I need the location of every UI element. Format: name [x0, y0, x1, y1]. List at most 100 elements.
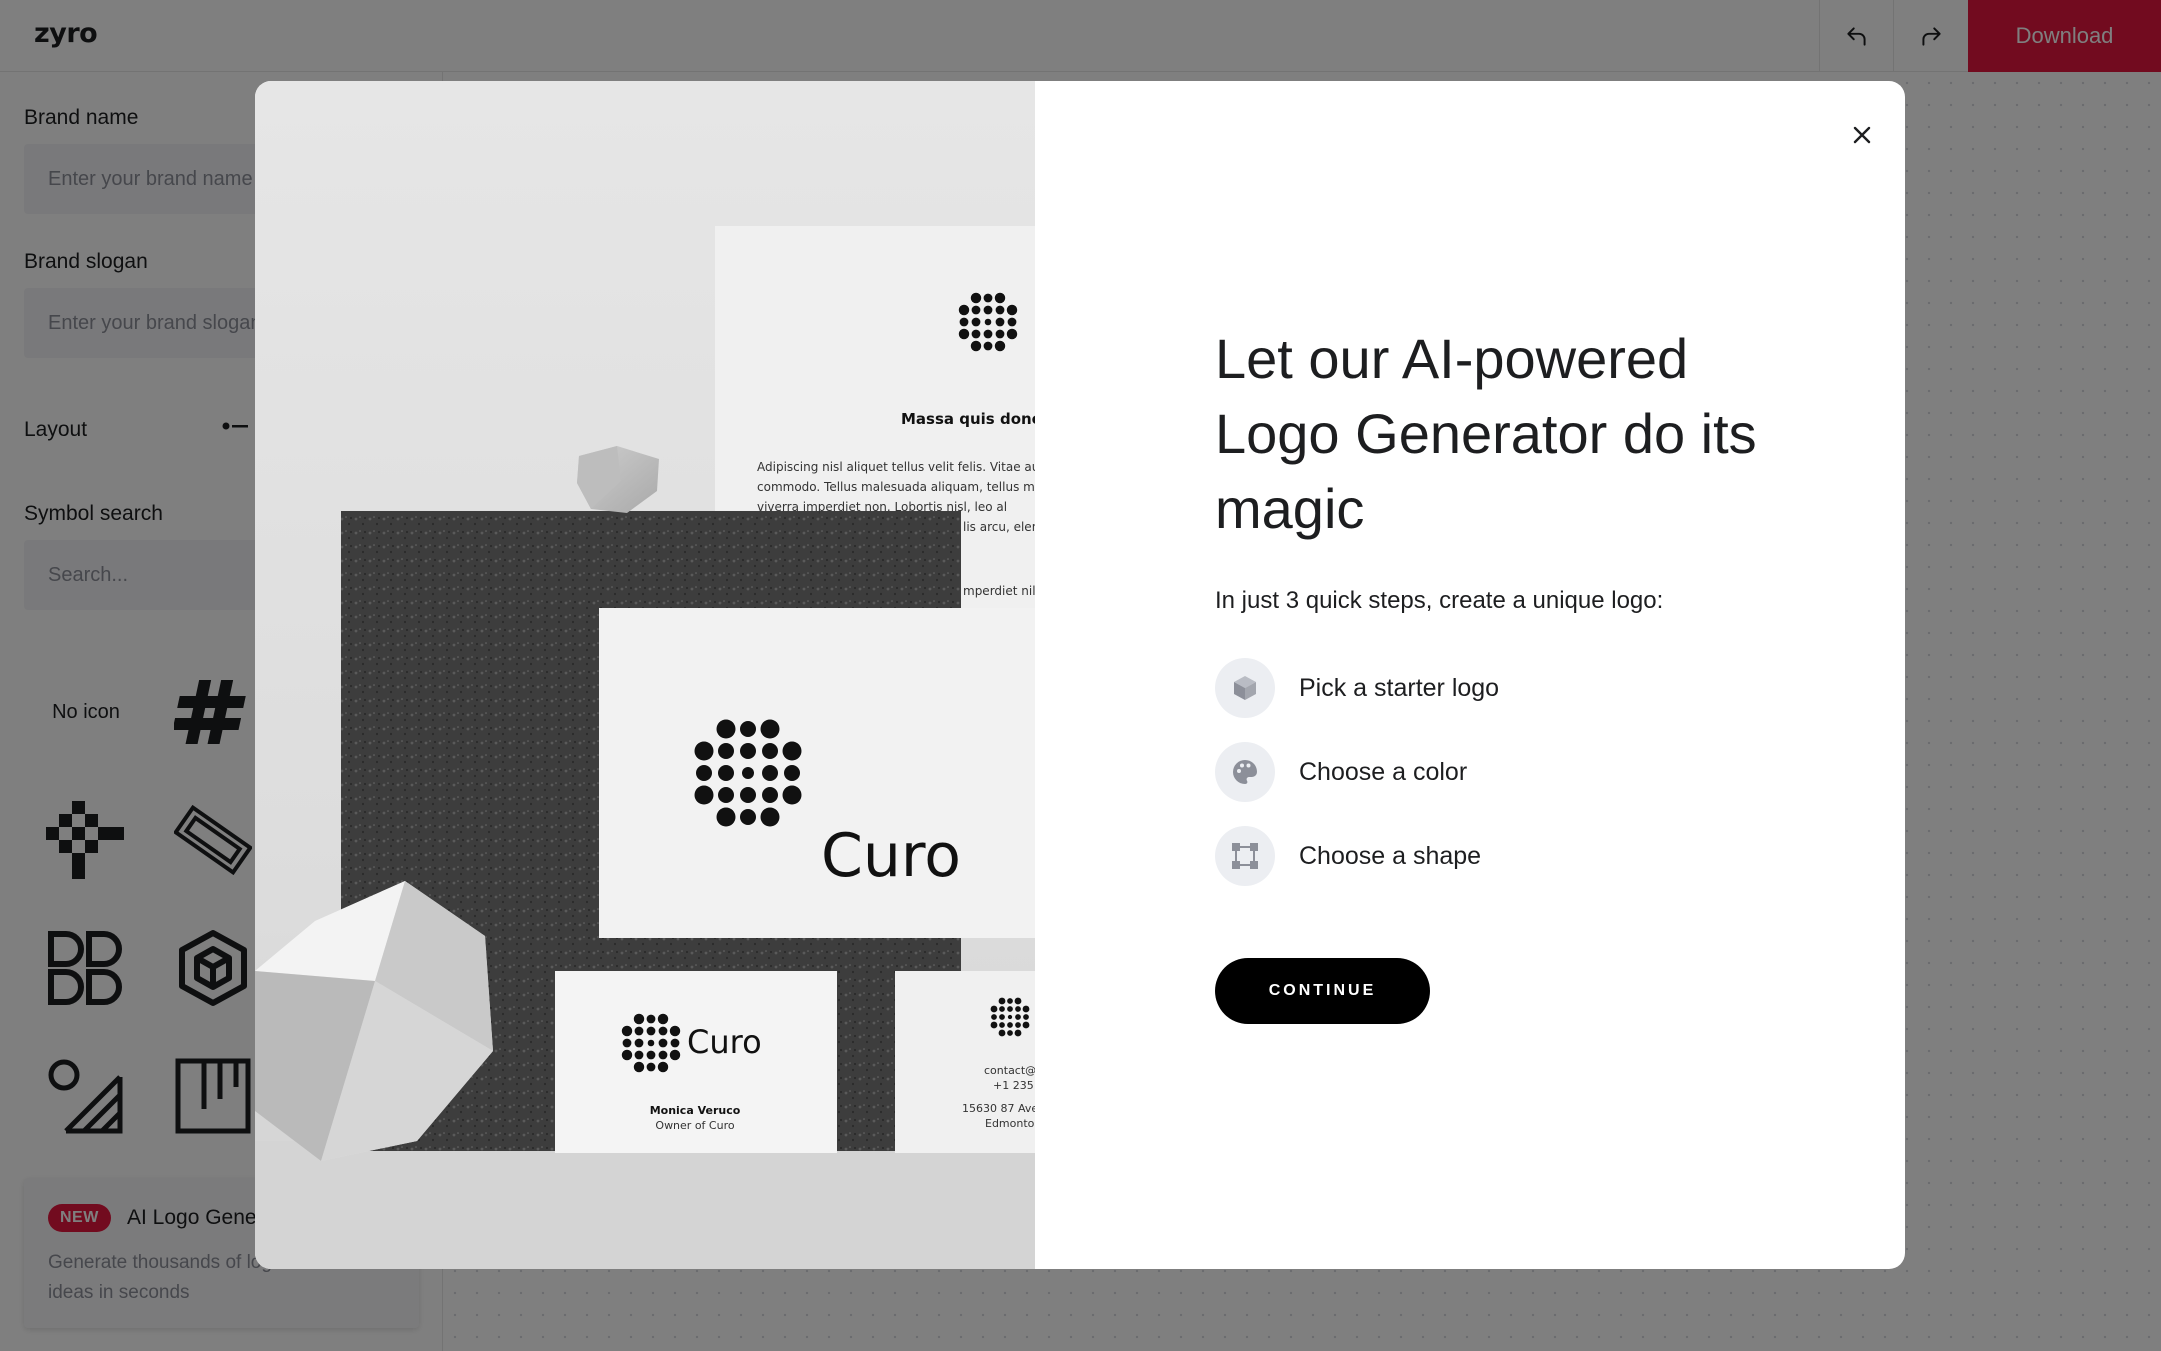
logo-dot — [970, 340, 982, 352]
logo-dot — [633, 1013, 645, 1025]
continue-button[interactable]: CONTINUE — [1215, 958, 1430, 1024]
curo-card-brand-text: Curo — [687, 1023, 762, 1061]
logo-dot — [694, 741, 714, 761]
logo-dot — [762, 787, 778, 803]
logo-dot — [740, 721, 756, 737]
card-contact-line: 15630 87 Ave N — [962, 1102, 1035, 1115]
logo-dot — [760, 807, 780, 827]
logo-dot — [782, 785, 802, 805]
logo-dot — [742, 767, 754, 779]
logo-dot — [1007, 1014, 1013, 1020]
logo-dot — [1015, 1014, 1021, 1020]
curo-brand-text: Curo — [821, 821, 961, 891]
logo-dot — [718, 765, 734, 781]
palette-icon — [1215, 742, 1275, 802]
ai-generator-modal: Curo Curo Massa quis donec Adipiscing ni… — [255, 81, 1905, 1269]
logo-dot — [696, 765, 712, 781]
logo-dot — [647, 1039, 655, 1047]
logo-dot — [784, 765, 800, 781]
letter-body-line: commodo. Tellus malesuada aliquam, tellu… — [757, 480, 1035, 494]
shape-icon — [1215, 826, 1275, 886]
logo-dot — [760, 719, 780, 739]
logo-dot — [983, 293, 993, 303]
logo-dot — [959, 317, 969, 327]
step-pick-starter-logo: Pick a starter logo — [1215, 658, 1499, 718]
logo-dot — [621, 1025, 633, 1037]
logo-dot — [669, 1025, 681, 1037]
step-label: Choose a shape — [1299, 841, 1482, 870]
step-choose-color: Choose a color — [1215, 742, 1467, 802]
logo-dot — [1007, 1006, 1013, 1012]
logo-dot — [995, 329, 1005, 339]
letter-body-line: viverra imperdiet non. Lobortis nisl, le… — [757, 500, 1007, 514]
logo-dot — [1006, 328, 1018, 340]
logo-dot — [990, 1021, 998, 1029]
letter-body-line: Adipiscing nisl aliquet tellus velit fel… — [757, 460, 1035, 474]
logo-dot — [1007, 317, 1017, 327]
letter-body-line: lis arcu, elen — [963, 520, 1035, 534]
logo-dot — [999, 1014, 1005, 1020]
logo-dot — [998, 1029, 1006, 1037]
logo-dot — [716, 719, 736, 739]
logo-dot — [658, 1038, 668, 1048]
logo-dot — [994, 340, 1006, 352]
logo-dot — [657, 1013, 669, 1025]
logo-dot — [1023, 1014, 1029, 1020]
logo-dot — [1007, 1030, 1013, 1036]
logo-dot — [991, 1014, 997, 1020]
logo-dot — [970, 292, 982, 304]
letter-body-line: mperdiet nil — [963, 584, 1035, 598]
logo-dot — [634, 1026, 644, 1036]
logo-dot — [1014, 997, 1022, 1005]
card-contact-line: contact@ — [984, 1064, 1035, 1077]
card-name: Monica Veruco — [650, 1104, 741, 1117]
logo-dot — [718, 743, 734, 759]
logo-dot — [1014, 1029, 1022, 1037]
logo-dot — [995, 317, 1005, 327]
logo-dot — [646, 1014, 656, 1024]
logo-dot — [971, 305, 981, 315]
logo-dot — [646, 1050, 656, 1060]
logo-dot — [634, 1038, 644, 1048]
logo-dot — [971, 317, 981, 327]
logo-dot — [958, 328, 970, 340]
logo-dot — [958, 304, 970, 316]
logo-dot — [990, 1005, 998, 1013]
letter-heading: Massa quis donec — [901, 410, 1035, 428]
step-label: Pick a starter logo — [1299, 673, 1500, 702]
logo-dot — [1022, 1021, 1030, 1029]
close-button[interactable] — [1842, 115, 1882, 155]
modal-headline: Let our AI-powered Logo Generator do its… — [1215, 327, 1757, 540]
logo-dot — [983, 305, 993, 315]
logo-dot — [716, 807, 736, 827]
modal-subtitle: In just 3 quick steps, create a unique l… — [1215, 587, 1664, 614]
logo-dot — [1015, 1006, 1021, 1012]
logo-dot — [984, 318, 992, 326]
logo-dot — [995, 305, 1005, 315]
logo-dot — [999, 1006, 1005, 1012]
logo-dot — [646, 1026, 656, 1036]
card-contact-line: Edmonto — [985, 1117, 1035, 1130]
logo-dot — [983, 329, 993, 339]
brand-mockup-photo: Curo Curo Massa quis donec Adipiscing ni… — [255, 81, 1035, 1269]
logo-dot — [633, 1061, 645, 1073]
logo-dot — [658, 1026, 668, 1036]
logo-dot — [658, 1050, 668, 1060]
cube-icon — [1215, 658, 1275, 718]
logo-dot — [1015, 1022, 1021, 1028]
logo-dot — [762, 743, 778, 759]
logo-dot — [1007, 998, 1013, 1004]
logo-dot — [983, 341, 993, 351]
logo-dot — [740, 809, 756, 825]
logo-dot — [782, 741, 802, 761]
logo-dot — [718, 787, 734, 803]
logo-dot — [694, 785, 714, 805]
close-icon — [1853, 126, 1871, 144]
logo-dot — [634, 1050, 644, 1060]
card-role: Owner of Curo — [655, 1119, 734, 1132]
logo-dot — [994, 292, 1006, 304]
step-label: Choose a color — [1299, 757, 1468, 786]
step-choose-shape: Choose a shape — [1215, 826, 1481, 886]
logo-dot — [999, 1022, 1005, 1028]
logo-dot — [998, 997, 1006, 1005]
